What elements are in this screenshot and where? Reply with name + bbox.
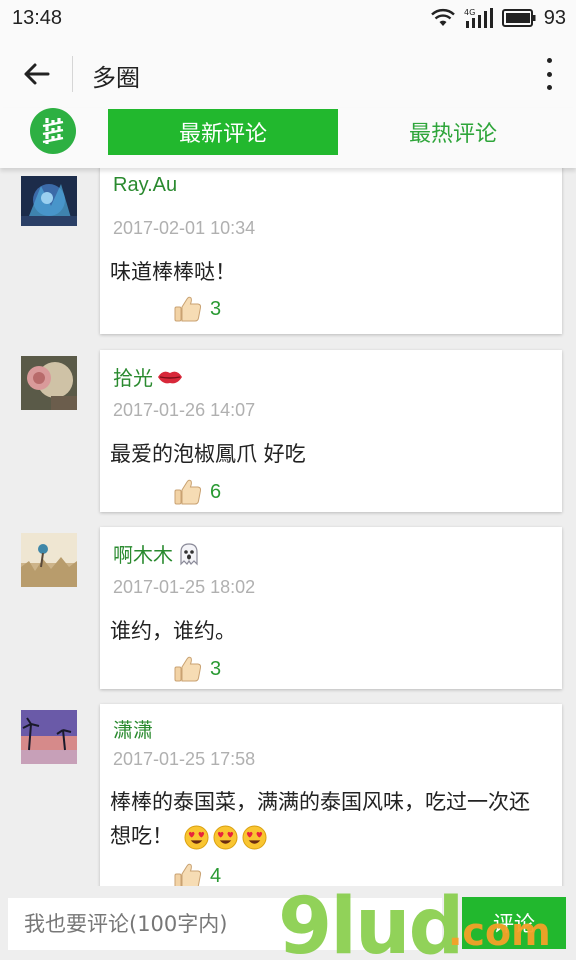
heart-eyes-emoji-icon	[184, 824, 209, 850]
comment-text: 棒棒的泰国菜，满满的泰国风味，吃过一次还想吃！	[110, 785, 548, 853]
comment-author[interactable]: 拾光	[113, 362, 183, 391]
avatar[interactable]	[21, 710, 77, 764]
comment-text: 最爱的泡椒鳳爪 好吃	[110, 442, 306, 466]
wifi-icon	[430, 8, 455, 26]
comment-input[interactable]	[8, 898, 442, 950]
like-count: 3	[210, 657, 222, 680]
battery-level: 93	[543, 6, 566, 29]
author-name: 拾光	[113, 368, 153, 390]
more-options-button[interactable]	[542, 56, 556, 92]
thumbs-up-icon	[174, 863, 202, 886]
like-button[interactable]: 3	[174, 656, 221, 682]
thumbs-up-icon	[174, 479, 202, 505]
comment-time: 2017-01-25 17:58	[113, 749, 256, 769]
page-title: 多圈	[92, 64, 140, 92]
like-button[interactable]: 3	[174, 296, 221, 322]
like-button[interactable]: 4	[174, 863, 221, 886]
avatar-image	[21, 533, 77, 587]
heart-eyes-emoji-group	[184, 824, 267, 850]
comment-text: 谁约，谁约。	[110, 619, 236, 643]
submit-comment-button[interactable]: 评论	[462, 897, 566, 949]
comment-author[interactable]: Ray.Au	[113, 174, 177, 197]
tab-latest-comments[interactable]: 最新评论	[108, 109, 338, 155]
avatar-image	[21, 356, 77, 410]
comment-time: 2017-01-26 14:07	[113, 400, 256, 420]
logo-icon	[42, 118, 64, 144]
signal-4g-icon: 4G	[464, 8, 493, 28]
tab-hottest-comments[interactable]: 最热评论	[360, 109, 546, 155]
more-dot-icon	[546, 58, 552, 63]
author-name: 潇潇	[113, 720, 153, 742]
appbar-divider	[72, 56, 73, 92]
comment-time: 2017-02-01 10:34	[113, 218, 256, 238]
avatar[interactable]	[21, 356, 77, 410]
comment-input-bar: 评论	[0, 886, 576, 960]
tab-row: 最新评论 最热评论	[0, 108, 576, 168]
status-time: 13:48	[12, 7, 63, 29]
back-arrow-icon	[24, 63, 50, 85]
back-button[interactable]	[16, 54, 56, 94]
comment-text: 味道棒棒哒！	[110, 260, 236, 284]
thumbs-up-icon	[174, 656, 202, 682]
heart-eyes-emoji-icon	[242, 824, 267, 850]
heart-eyes-emoji-icon	[213, 824, 238, 850]
more-dot-icon	[546, 71, 552, 77]
battery-icon	[501, 9, 536, 27]
comment-card: 啊木木 2017-01-25 18:02 谁约，谁约。 3	[100, 527, 562, 689]
more-dot-icon	[546, 85, 552, 90]
author-name: 啊木木	[113, 545, 173, 567]
like-count: 6	[210, 480, 222, 503]
like-count: 3	[210, 297, 222, 320]
comment-card: 潇潇 2017-01-25 17:58 棒棒的泰国菜，满满的泰国风味，吃过一次还…	[100, 704, 562, 886]
comment-author[interactable]: 啊木木	[113, 539, 201, 568]
status-bar: 13:48 4G 93	[0, 0, 576, 38]
app-bar: 多圈	[0, 38, 576, 108]
thumbs-up-icon	[174, 296, 202, 322]
app-logo	[30, 108, 76, 154]
svg-text:4G: 4G	[464, 8, 475, 17]
comment-card: Ray.Au 2017-02-01 10:34 味道棒棒哒！ 3	[100, 168, 562, 334]
comment-list[interactable]: Ray.Au 2017-02-01 10:34 味道棒棒哒！ 3 拾光 2017…	[0, 168, 576, 886]
avatar-image	[21, 176, 77, 226]
ghost-icon	[180, 542, 198, 565]
avatar-image	[21, 710, 77, 764]
kiss-lips-icon	[158, 371, 182, 383]
comment-author[interactable]: 潇潇	[113, 714, 153, 743]
status-icons: 4G 93	[430, 6, 566, 30]
comment-card: 拾光 2017-01-26 14:07 最爱的泡椒鳳爪 好吃 6	[100, 350, 562, 512]
avatar[interactable]	[21, 533, 77, 587]
comment-text-content: 棒棒的泰国菜，满满的泰国风味，吃过一次还想吃！	[110, 790, 530, 848]
author-name: Ray.Au	[113, 174, 178, 196]
comment-time: 2017-01-25 18:02	[113, 577, 256, 597]
avatar[interactable]	[21, 176, 77, 226]
like-button[interactable]: 6	[174, 479, 221, 505]
like-count: 4	[210, 864, 222, 887]
